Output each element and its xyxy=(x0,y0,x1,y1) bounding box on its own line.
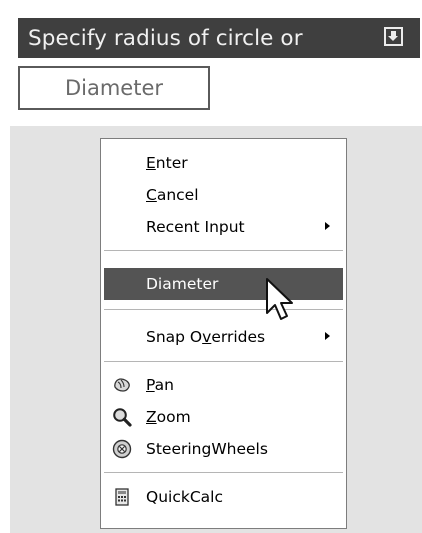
mouse-pointer-icon xyxy=(266,278,293,320)
down-arrow-icon[interactable] xyxy=(384,27,403,46)
menu-item-enter[interactable]: Enter xyxy=(104,147,343,179)
menu-item-label: Cancel xyxy=(146,186,199,204)
diameter-option-label: Diameter xyxy=(64,76,164,100)
menu-item-diameter[interactable]: Diameter xyxy=(104,268,343,300)
menu-item-label: Enter xyxy=(146,154,188,172)
menu-item-label: Snap Overrides xyxy=(146,328,266,346)
menu-item-quickcalc[interactable]: QuickCalc xyxy=(104,481,343,513)
pan-hand-icon xyxy=(114,378,130,392)
steering-wheel-icon xyxy=(112,439,132,459)
menu-item-zoom[interactable]: Zoom xyxy=(104,401,343,433)
diameter-option-button[interactable]: Diameter xyxy=(18,66,210,110)
menu-item-recent-input[interactable]: Recent Input xyxy=(104,211,343,243)
menu-item-label: Recent Input xyxy=(146,218,245,236)
menu-item-label: Pan xyxy=(146,376,174,394)
menu-separator xyxy=(104,361,343,362)
menu-item-label: Zoom xyxy=(146,408,191,426)
menu-item-snap-overrides[interactable]: Snap Overrides xyxy=(104,321,343,353)
menu-separator xyxy=(104,250,343,251)
menu-item-cancel[interactable]: Cancel xyxy=(104,179,343,211)
menu-separator xyxy=(104,472,343,473)
menu-item-steering-wheels[interactable]: SteeringWheels xyxy=(104,433,343,465)
context-menu: Enter Cancel Recent Input Diameter Snap … xyxy=(100,138,347,529)
zoom-magnifier-icon xyxy=(113,408,132,427)
submenu-arrow-icon xyxy=(325,222,330,230)
submenu-arrow-icon xyxy=(325,332,330,340)
menu-item-label: SteeringWheels xyxy=(146,440,268,458)
prompt-text: Specify radius of circle or xyxy=(28,25,303,51)
calculator-icon xyxy=(115,488,129,506)
menu-separator xyxy=(104,309,343,310)
menu-item-pan[interactable]: Pan xyxy=(104,369,343,401)
menu-item-label: Diameter xyxy=(146,275,219,293)
menu-item-label: QuickCalc xyxy=(146,488,223,506)
dynamic-input-prompt: Specify radius of circle or xyxy=(18,18,420,58)
